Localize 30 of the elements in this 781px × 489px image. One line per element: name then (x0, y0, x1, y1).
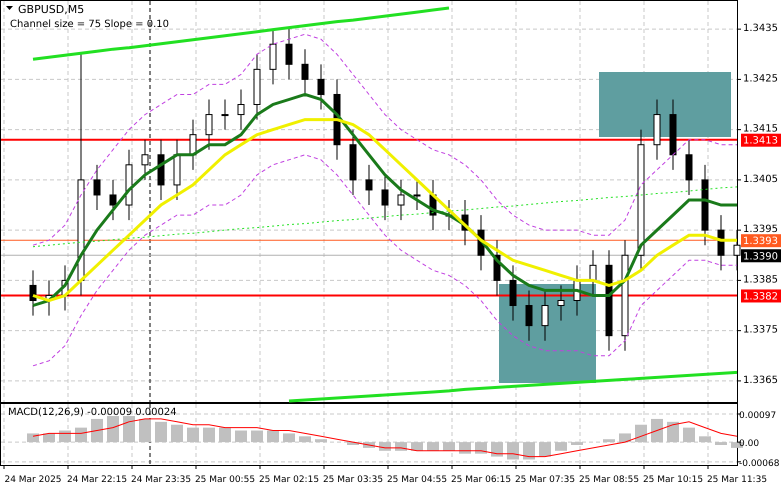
price-axis-label: 1.3385 (743, 274, 778, 286)
time-axis-label: 25 Mar 02:15 (258, 475, 320, 485)
time-axis-label: 24 Mar 2025 (4, 475, 62, 485)
time-axis-label: 24 Mar 23:35 (130, 475, 192, 485)
symbol-title: GBPUSD,M5 (18, 3, 84, 16)
price-axis-label: 1.3395 (743, 224, 778, 236)
price-axis-label: 1.3365 (743, 374, 778, 386)
price-axis-label: 1.3405 (743, 174, 778, 185)
macd-axis-label: -0.00068 (739, 458, 780, 469)
indicator-label: Channel size = 75 Slope = 0.10 (10, 19, 170, 30)
price-tag-label: 1.3413 (743, 136, 778, 147)
time-axis-label: 25 Mar 04:55 (386, 475, 448, 485)
time-axis-label: 25 Mar 07:35 (514, 475, 576, 485)
time-axis-label: 25 Mar 10:15 (642, 475, 704, 485)
price-tag-label: 1.3390 (743, 251, 778, 262)
macd-title: MACD(12,26,9) -0.00009 0.00024 (8, 407, 177, 418)
time-axis-label: 25 Mar 08:55 (578, 475, 640, 485)
price-axis-label: 1.3425 (743, 73, 778, 84)
time-axis-label: 25 Mar 00:55 (194, 475, 256, 485)
macd-axis-label: 0.00097 (739, 411, 776, 421)
time-axis-label: 25 Mar 11:35 (706, 475, 768, 485)
time-axis-label: 25 Mar 06:15 (450, 475, 512, 485)
price-axis-label: 1.3415 (743, 124, 778, 135)
price-tag-label: 1.3382 (743, 291, 778, 302)
time-axis-label: 25 Mar 03:35 (322, 475, 384, 485)
price-axis-label: 1.3375 (743, 324, 778, 336)
price-axis-label: 1.3435 (743, 23, 778, 34)
time-axis-label: 24 Mar 22:15 (66, 475, 128, 485)
price-tag-label: 1.3393 (743, 236, 778, 248)
macd-axis-label: 0.00 (739, 439, 760, 450)
